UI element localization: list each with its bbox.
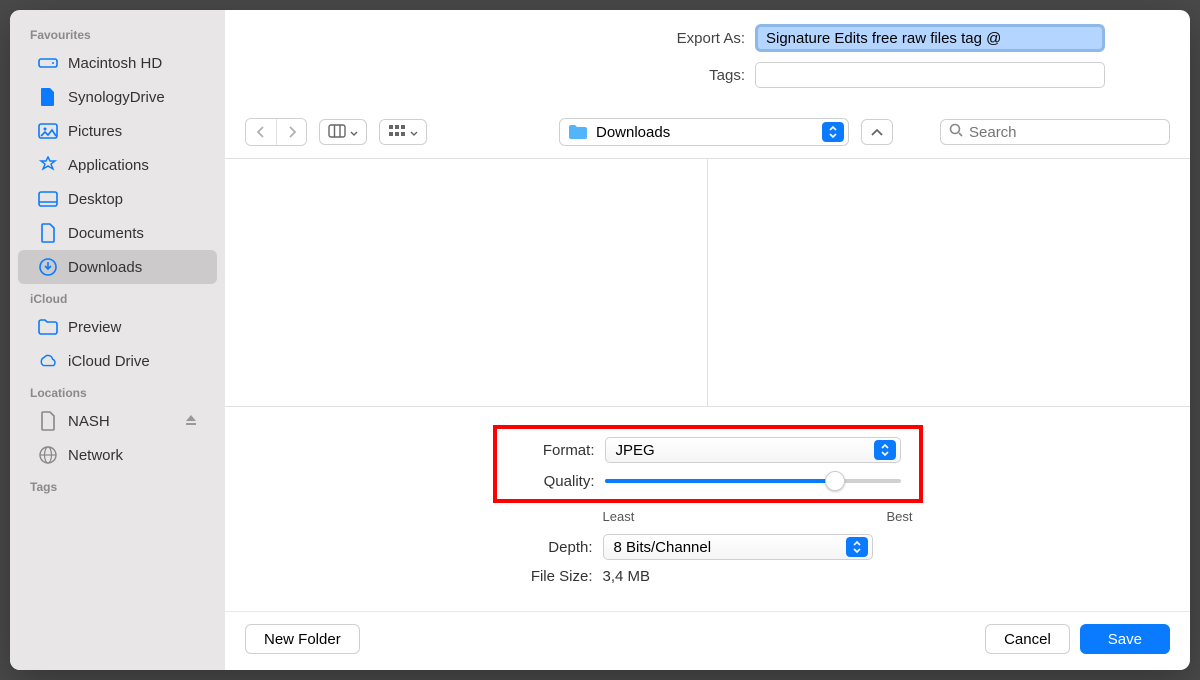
cancel-button[interactable]: Cancel xyxy=(985,624,1070,654)
location-text: Downloads xyxy=(596,124,814,141)
search-input[interactable] xyxy=(969,124,1168,141)
sidebar-label: Pictures xyxy=(68,123,122,140)
save-button[interactable]: Save xyxy=(1080,624,1170,654)
sidebar-item-icloud-drive[interactable]: iCloud Drive xyxy=(18,344,217,378)
sidebar-item-macintosh-hd[interactable]: Macintosh HD xyxy=(18,46,217,80)
columns-view-button[interactable] xyxy=(319,119,367,145)
doc-outline-icon xyxy=(38,411,58,431)
download-icon xyxy=(38,257,58,277)
sidebar-label: Network xyxy=(68,447,123,464)
sidebar-label: Applications xyxy=(68,157,149,174)
format-value: JPEG xyxy=(616,442,874,459)
export-options: Format: JPEG Quality: Least Best xyxy=(225,406,1190,611)
sidebar-label: Downloads xyxy=(68,259,142,276)
export-as-label: Export As: xyxy=(225,30,745,47)
columns-icon xyxy=(328,124,346,141)
quality-best-label: Best xyxy=(886,509,912,524)
sidebar: Favourites Macintosh HD SynologyDrive Pi… xyxy=(10,10,225,670)
forward-button[interactable] xyxy=(276,119,306,145)
format-select[interactable]: JPEG xyxy=(605,437,901,463)
depth-select[interactable]: 8 Bits/Channel xyxy=(603,534,873,560)
section-locations: Locations xyxy=(10,378,225,404)
folder-icon xyxy=(568,124,588,140)
footer: New Folder Cancel Save xyxy=(225,611,1190,670)
filesize-label: File Size: xyxy=(503,568,593,585)
chevron-down-icon xyxy=(350,125,358,140)
sidebar-item-synologydrive[interactable]: SynologyDrive xyxy=(18,80,217,114)
sidebar-label: SynologyDrive xyxy=(68,89,165,106)
cloud-icon xyxy=(38,351,58,371)
grid-icon xyxy=(388,124,406,141)
updown-icon xyxy=(822,122,844,142)
sidebar-label: NASH xyxy=(68,413,110,430)
sidebar-item-nash[interactable]: NASH xyxy=(18,404,217,438)
search-icon xyxy=(949,123,963,142)
sidebar-label: Desktop xyxy=(68,191,123,208)
top-fields: Export As: Tags: xyxy=(225,10,1190,110)
main-panel: Export As: Tags: Downl xyxy=(225,10,1190,670)
doc-outline-icon xyxy=(38,223,58,243)
search-box[interactable] xyxy=(940,119,1170,145)
filesize-value: 3,4 MB xyxy=(603,568,651,585)
sidebar-label: Preview xyxy=(68,319,121,336)
sidebar-item-pictures[interactable]: Pictures xyxy=(18,114,217,148)
tags-input[interactable] xyxy=(755,62,1105,88)
depth-label: Depth: xyxy=(503,539,593,556)
desktop-icon xyxy=(38,189,58,209)
chevron-down-icon xyxy=(410,125,418,140)
folder-icon xyxy=(38,317,58,337)
highlight-box: Format: JPEG Quality: xyxy=(493,425,923,503)
sidebar-label: Macintosh HD xyxy=(68,55,162,72)
quality-slider[interactable] xyxy=(605,471,901,491)
toolbar: Downloads xyxy=(225,110,1190,159)
hdd-icon xyxy=(38,53,58,73)
updown-icon xyxy=(846,537,868,557)
chevron-up-icon xyxy=(871,125,883,140)
updown-icon xyxy=(874,440,896,460)
filename-input[interactable] xyxy=(755,24,1105,52)
quality-least-label: Least xyxy=(603,509,635,524)
sidebar-label: Documents xyxy=(68,225,144,242)
new-folder-button[interactable]: New Folder xyxy=(245,624,360,654)
sidebar-item-applications[interactable]: Applications xyxy=(18,148,217,182)
section-icloud: iCloud xyxy=(10,284,225,310)
browser-column-1[interactable] xyxy=(225,159,708,406)
sidebar-item-preview[interactable]: Preview xyxy=(18,310,217,344)
section-tags: Tags xyxy=(10,472,225,498)
file-browser xyxy=(225,159,1190,406)
tags-label: Tags: xyxy=(225,67,745,84)
slider-thumb[interactable] xyxy=(825,471,845,491)
browser-column-2[interactable] xyxy=(708,159,1190,406)
collapse-button[interactable] xyxy=(861,119,893,145)
sidebar-item-desktop[interactable]: Desktop xyxy=(18,182,217,216)
back-button[interactable] xyxy=(246,119,276,145)
doc-icon xyxy=(38,87,58,107)
sidebar-item-downloads[interactable]: Downloads xyxy=(18,250,217,284)
depth-value: 8 Bits/Channel xyxy=(614,539,846,556)
eject-icon[interactable] xyxy=(185,413,197,430)
sidebar-item-network[interactable]: Network xyxy=(18,438,217,472)
sidebar-label: iCloud Drive xyxy=(68,353,150,370)
app-icon xyxy=(38,155,58,175)
format-label: Format: xyxy=(505,442,595,459)
globe-icon xyxy=(38,445,58,465)
quality-label: Quality: xyxy=(505,473,595,490)
sidebar-item-documents[interactable]: Documents xyxy=(18,216,217,250)
picture-icon xyxy=(38,121,58,141)
section-favourites: Favourites xyxy=(10,20,225,46)
export-dialog: Favourites Macintosh HD SynologyDrive Pi… xyxy=(10,10,1190,670)
nav-buttons xyxy=(245,118,307,146)
group-view-button[interactable] xyxy=(379,119,427,145)
location-select[interactable]: Downloads xyxy=(559,118,849,146)
